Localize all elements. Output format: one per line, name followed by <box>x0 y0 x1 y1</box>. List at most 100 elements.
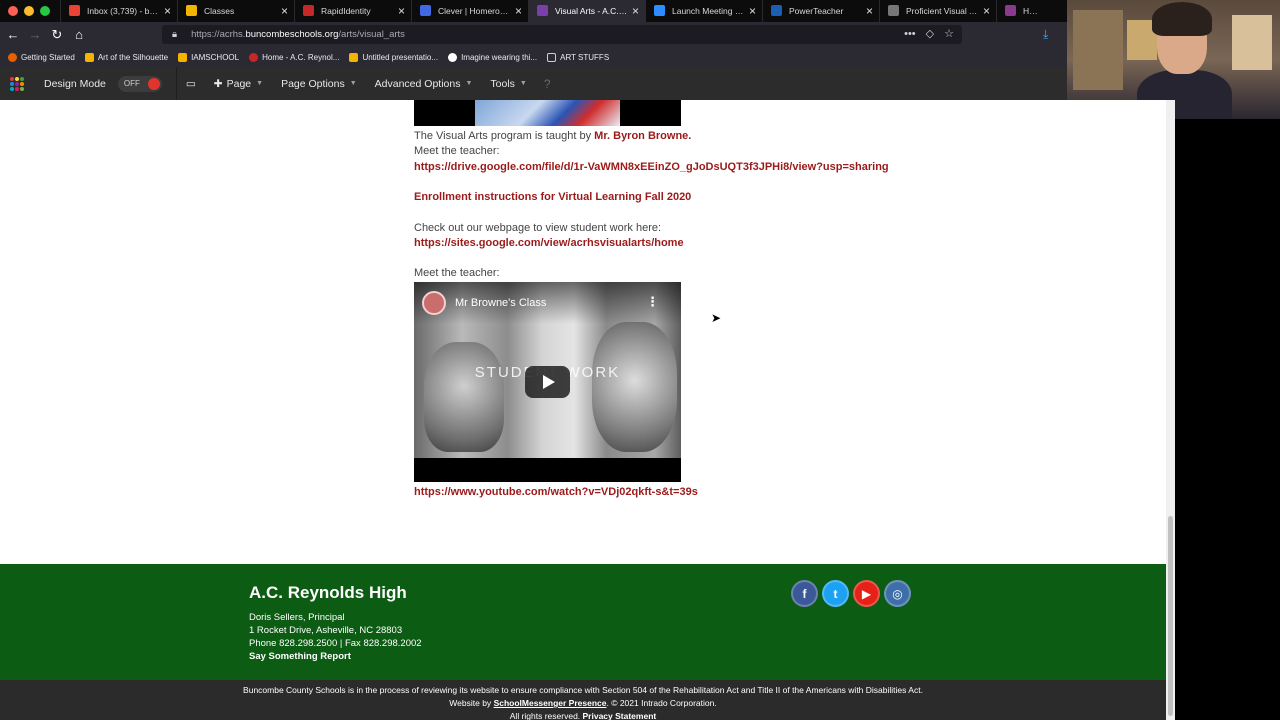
youtube-video-embed[interactable]: Mr Browne's Class ⋮ STUDENT WORK <box>414 282 681 482</box>
close-tab-icon[interactable]: × <box>281 4 288 18</box>
video-title[interactable]: Mr Browne's Class <box>455 297 546 309</box>
bookmark-item[interactable]: Home - A.C. Reynol... <box>249 52 339 62</box>
website-credit: Website by SchoolMessenger Presence. © 2… <box>449 698 717 708</box>
bookmark-item[interactable]: Imagine wearing thi... <box>448 52 537 62</box>
powerteacher-icon <box>771 5 782 16</box>
bookmark-item[interactable]: Art of the Silhouette <box>84 52 168 62</box>
close-tab-icon[interactable]: × <box>164 4 171 18</box>
more-actions-icon[interactable]: ••• <box>904 25 916 44</box>
page-scrollbar[interactable] <box>1166 100 1175 720</box>
browser-tab-strip: Inbox (3,739) - byron × Classes × RapidIde… <box>0 0 1067 22</box>
teacher-intro: The Visual Arts program is taught by Mr.… <box>414 130 692 142</box>
url-host: buncombeschools.org <box>245 29 339 40</box>
navigation-toolbar: ← → ↻ ⌂ 🔒︎ https://acrhs. buncombeschools… <box>0 22 1067 47</box>
home-icon[interactable]: ⌂ <box>68 27 90 42</box>
close-window-button[interactable] <box>8 6 18 16</box>
bookmark-star-icon[interactable]: ☆ <box>944 25 954 44</box>
download-icon[interactable]: ⤓ <box>1043 27 1048 42</box>
browser-tab[interactable]: Proficient Visual Arts × <box>879 0 996 22</box>
bookmark-item[interactable]: IAMSCHOOL <box>178 52 239 62</box>
reload-icon[interactable]: ↻ <box>46 27 68 43</box>
school-address: 1 Rocket Drive, Asheville, NC 28803 <box>249 625 403 636</box>
play-button-icon[interactable] <box>525 366 570 398</box>
close-tab-icon[interactable]: × <box>983 4 990 18</box>
page-options-menu[interactable]: Page Options ▼ <box>272 78 366 90</box>
browser-tab[interactable]: RapidIdentity × <box>294 0 411 22</box>
instagram-icon[interactable]: ◎ <box>884 580 911 607</box>
twitter-icon[interactable]: t <box>822 580 849 607</box>
tools-menu[interactable]: Tools ▼ <box>481 78 535 90</box>
url-bar[interactable]: 🔒︎ https://acrhs. buncombeschools.org/art… <box>162 25 962 44</box>
desktop-preview-icon[interactable]: ▭ <box>177 78 205 90</box>
school-phone: Phone 828.298.2500 | Fax 828.298.2002 <box>249 638 422 649</box>
slides-icon <box>349 52 359 62</box>
more-vert-icon[interactable]: ⋮ <box>646 294 659 310</box>
meet-teacher-label: Meet the teacher: <box>414 145 500 157</box>
design-mode-label: Design Mode <box>44 77 106 90</box>
close-tab-icon[interactable]: × <box>632 4 639 18</box>
schoolmessenger-link[interactable]: SchoolMessenger Presence <box>494 698 607 708</box>
folder-icon <box>547 52 557 62</box>
slides-icon <box>178 52 188 62</box>
help-icon[interactable]: ? <box>544 77 551 91</box>
maximize-window-button[interactable] <box>40 6 50 16</box>
facebook-icon[interactable]: f <box>791 580 818 607</box>
forward-arrow-icon[interactable]: → <box>24 27 46 42</box>
bookmark-folder[interactable]: ART STUFFS <box>547 52 609 62</box>
apps-grid-icon[interactable] <box>0 67 34 100</box>
meet-teacher-label: Meet the teacher: <box>414 267 500 279</box>
bookmarks-bar: Getting Started Art of the Silhouette IA… <box>0 47 1067 67</box>
scrollbar-thumb[interactable] <box>1168 516 1173 716</box>
school-site-icon <box>1005 5 1016 16</box>
window-controls <box>0 6 60 16</box>
footer-legal: Buncombe County Schools is in the proces… <box>0 680 1166 721</box>
lock-icon: 🔒︎ <box>172 29 178 40</box>
browser-tab-active[interactable]: Visual Arts - A.C. Reyn× <box>528 0 645 22</box>
say-something-link[interactable]: Say Something Report <box>249 651 351 662</box>
slides-icon <box>84 52 94 62</box>
bookmark-item[interactable]: Untitled presentatio... <box>349 52 438 62</box>
browser-tab[interactable]: Classes × <box>177 0 294 22</box>
clever-icon <box>420 5 431 16</box>
teacher-name-link[interactable]: Mr. Byron Browne. <box>594 130 691 142</box>
close-tab-icon[interactable]: × <box>515 4 522 18</box>
site-footer: A.C. Reynolds High Doris Sellers, Princi… <box>0 564 1166 680</box>
social-links: f t ▶ ◎ <box>791 580 911 607</box>
design-mode-toggle[interactable]: OFF <box>117 75 162 92</box>
minimize-window-button[interactable] <box>24 6 34 16</box>
browser-tab[interactable]: Launch Meeting - Zoom× <box>645 0 762 22</box>
advanced-options-menu[interactable]: Advanced Options ▼ <box>366 78 482 90</box>
youtube-icon[interactable]: ▶ <box>853 580 880 607</box>
drive-link[interactable]: https://drive.google.com/file/d/1r-VaWMN… <box>414 161 889 173</box>
zoom-icon <box>654 5 665 16</box>
youtube-link[interactable]: https://www.youtube.com/watch?v=VDj02qkf… <box>414 486 698 498</box>
rights-line: All rights reserved. Privacy Statement <box>509 711 657 721</box>
page-content: The Visual Arts program is taught by Mr.… <box>0 100 1166 564</box>
close-tab-icon[interactable]: × <box>749 4 756 18</box>
url-prefix: https://acrhs. <box>191 29 246 40</box>
page-menu[interactable]: ✚ Page ▼ <box>205 78 272 90</box>
mouse-cursor-icon: ➤ <box>711 311 722 325</box>
pocket-icon[interactable]: ◇ <box>926 25 934 44</box>
school-name: A.C. Reynolds High <box>249 583 407 602</box>
browser-tab[interactable]: Inbox (3,739) - byron × <box>60 0 177 22</box>
toggle-knob <box>147 77 160 90</box>
browser-tab[interactable]: Home - A <box>996 0 1048 22</box>
enrollment-link[interactable]: Enrollment instructions for Virtual Lear… <box>414 191 691 203</box>
caret-down-icon: ▼ <box>465 80 473 87</box>
screen-margin <box>1175 119 1280 720</box>
close-tab-icon[interactable]: × <box>866 4 873 18</box>
caret-down-icon: ▼ <box>519 80 527 87</box>
gmail-icon <box>69 5 80 16</box>
sites-link[interactable]: https://sites.google.com/view/acrhsvisua… <box>414 237 684 249</box>
caret-down-icon: ▼ <box>349 80 357 87</box>
bookmark-item[interactable]: Getting Started <box>8 52 75 62</box>
browser-tab[interactable]: PowerTeacher × <box>762 0 879 22</box>
browser-tab[interactable]: Clever | Homeroom × <box>411 0 528 22</box>
back-arrow-icon[interactable]: ← <box>2 27 24 42</box>
plus-icon: ✚ <box>213 77 223 90</box>
close-tab-icon[interactable]: × <box>398 4 405 18</box>
classroom-icon <box>186 5 197 16</box>
channel-avatar[interactable] <box>422 291 446 315</box>
firefox-icon <box>8 52 17 62</box>
